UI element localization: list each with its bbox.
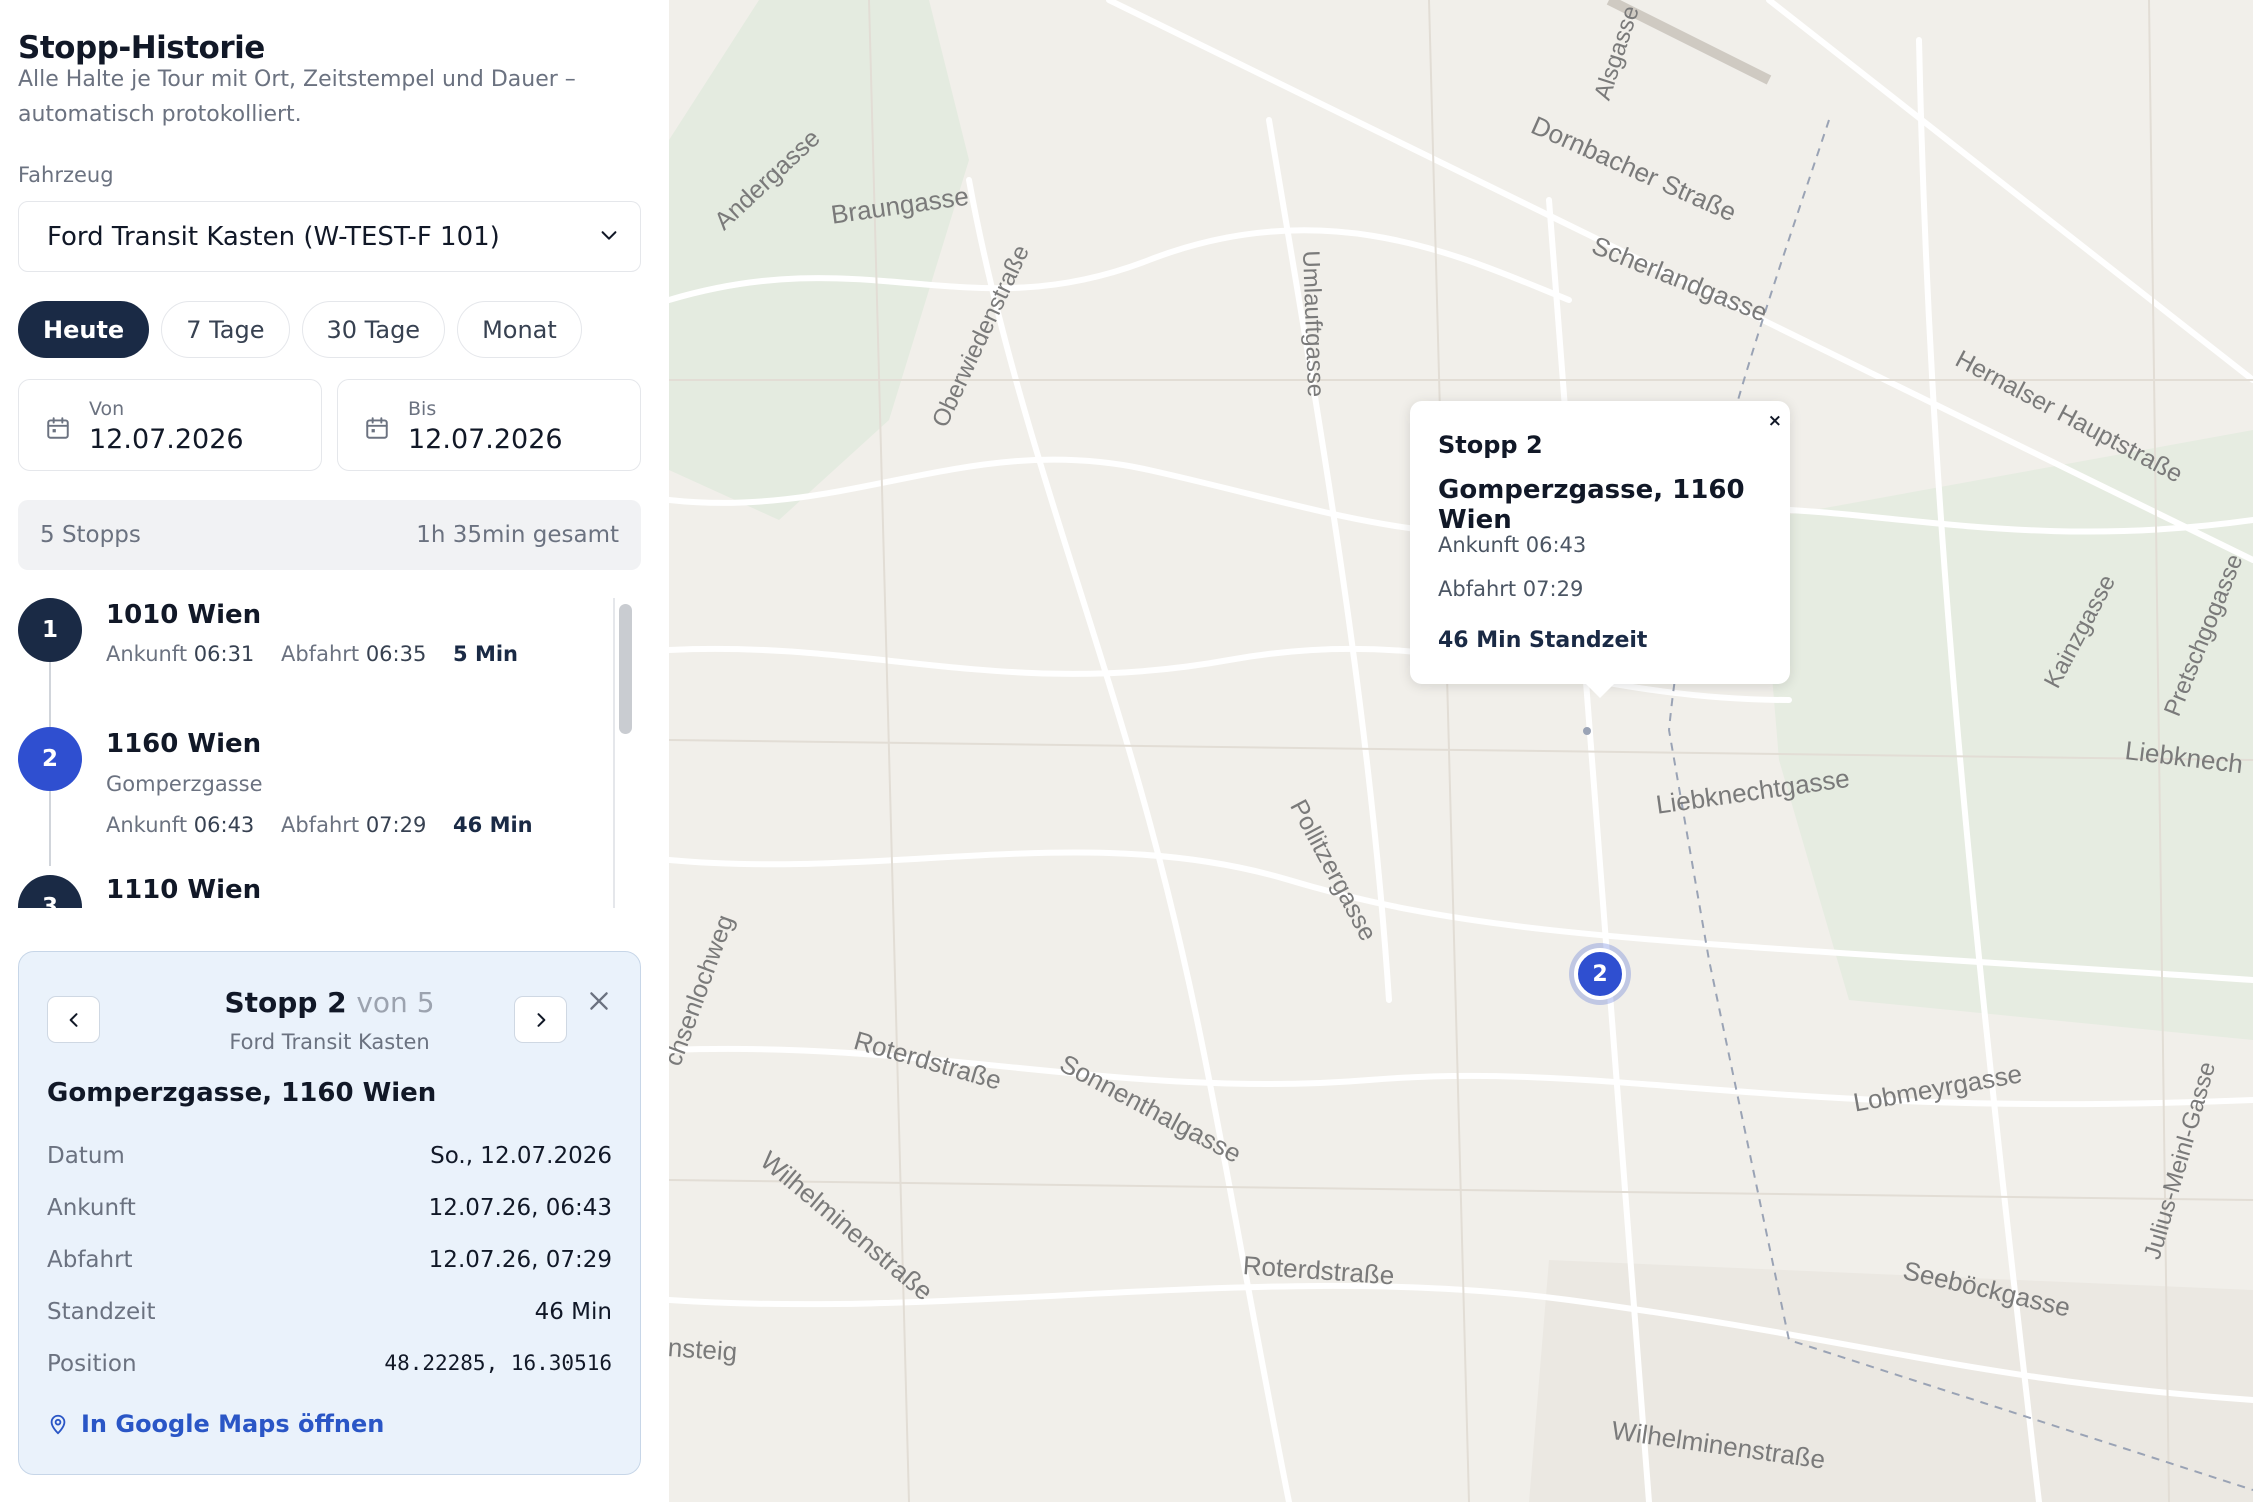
stop-name: 1110 Wien bbox=[106, 875, 262, 905]
detail-key: Abfahrt bbox=[47, 1247, 133, 1273]
departure-label: Abfahrt bbox=[280, 813, 360, 837]
stop-list-scroll-track bbox=[613, 598, 615, 908]
detail-value: 46 Min bbox=[534, 1299, 612, 1325]
detail-row-departure: Abfahrt 12.07.26, 07:29 bbox=[47, 1247, 612, 1273]
arrival-label: Ankunft bbox=[106, 813, 188, 837]
detail-vehicle: Ford Transit Kasten bbox=[229, 1030, 430, 1054]
stop-number-badge: 3 bbox=[18, 875, 82, 908]
detail-row-arrival: Ankunft 12.07.26, 06:43 bbox=[47, 1195, 612, 1221]
range-chip-7-days[interactable]: 7 Tage bbox=[161, 301, 290, 358]
detail-stop-label: Stopp 2 bbox=[224, 986, 347, 1019]
stop-duration: 46 Min bbox=[453, 813, 533, 837]
stop-number-badge: 2 bbox=[18, 727, 82, 791]
arrival-label: Ankunft bbox=[106, 642, 188, 666]
vehicle-select[interactable]: Ford Transit Kasten (W-TEST-F 101) bbox=[18, 201, 641, 272]
arrival-time: 06:31 bbox=[193, 642, 255, 666]
stop-marker-2[interactable]: 2 bbox=[1574, 948, 1626, 1000]
range-chip-30-days[interactable]: 30 Tage bbox=[301, 301, 446, 358]
date-from-value: 12.07.2026 bbox=[89, 424, 244, 455]
stops-count: 5 Stopps bbox=[40, 522, 141, 548]
google-maps-link-label: In Google Maps öffnen bbox=[81, 1410, 385, 1438]
detail-value: 12.07.26, 06:43 bbox=[428, 1195, 612, 1221]
google-maps-link[interactable]: In Google Maps öffnen bbox=[47, 1410, 384, 1438]
stop-list[interactable]: 1 1010 Wien Ankunft 06:31 Abfahrt 06:35 … bbox=[0, 598, 640, 908]
stop-name: 1010 Wien bbox=[106, 600, 262, 630]
calendar-icon bbox=[366, 417, 388, 439]
close-icon[interactable] bbox=[586, 988, 612, 1014]
detail-key: Standzeit bbox=[47, 1299, 156, 1325]
stop-duration: 5 Min bbox=[453, 642, 518, 666]
detail-row-position: Position 48.22285, 16.30516 bbox=[47, 1351, 612, 1377]
popup-departure: Abfahrt 07:29 bbox=[1438, 577, 1584, 601]
date-from-label: Von bbox=[89, 398, 125, 420]
detail-address: Gomperzgasse, 1160 Wien bbox=[47, 1078, 437, 1108]
detail-key: Position bbox=[47, 1351, 137, 1377]
popup-duration: 46 Min Standzeit bbox=[1438, 628, 1648, 653]
detail-row-standzeit: Standzeit 46 Min bbox=[47, 1299, 612, 1325]
range-chips: Heute 7 Tage 30 Tage Monat bbox=[18, 301, 582, 358]
popup-close-icon[interactable]: × bbox=[1768, 411, 1782, 431]
vehicle-label: Fahrzeug bbox=[18, 163, 114, 187]
departure-time: 07:29 bbox=[365, 813, 427, 837]
popup-address: Gomperzgasse, 1160 Wien bbox=[1438, 475, 1745, 535]
detail-of-label: von 5 bbox=[356, 986, 435, 1019]
chevron-down-icon bbox=[601, 231, 617, 240]
detail-row-date: Datum So., 12.07.2026 bbox=[47, 1143, 612, 1169]
date-to-label: Bis bbox=[408, 398, 437, 420]
stop-number-badge: 1 bbox=[18, 598, 82, 662]
stop-list-scrollbar[interactable] bbox=[619, 604, 632, 734]
stop-street: Gomperzgasse bbox=[106, 772, 263, 796]
popup-arrival: Ankunft 06:43 bbox=[1438, 533, 1587, 557]
sidebar: Stopp-Historie Alle Halte je Tour mit Or… bbox=[0, 0, 669, 1502]
vehicle-select-value: Ford Transit Kasten (W-TEST-F 101) bbox=[47, 221, 500, 252]
stop-times: Ankunft 06:43 Abfahrt 07:29 46 Min bbox=[106, 813, 533, 837]
calendar-icon bbox=[47, 417, 69, 439]
street-label: Umlauftgasse bbox=[1297, 250, 1330, 398]
stops-total-duration: 1h 35min gesamt bbox=[416, 522, 619, 548]
map-popup: × Stopp 2 Gomperzgasse, 1160 Wien Ankunf… bbox=[1410, 401, 1790, 698]
departure-time: 06:35 bbox=[365, 642, 427, 666]
stop-detail-card: Stopp 2 von 5 Ford Transit Kasten Gomper… bbox=[18, 951, 641, 1475]
detail-value: 48.22285, 16.30516 bbox=[384, 1351, 612, 1375]
timeline-connector bbox=[49, 791, 51, 866]
date-to-value: 12.07.2026 bbox=[408, 424, 563, 455]
departure-label: Abfahrt bbox=[280, 642, 360, 666]
stops-summary: 5 Stopps 1h 35min gesamt bbox=[18, 500, 641, 570]
popup-tip bbox=[1585, 683, 1615, 698]
date-from-field[interactable]: Von 12.07.2026 bbox=[18, 379, 322, 471]
stop-name: 1160 Wien bbox=[106, 729, 262, 759]
range-chip-month[interactable]: Monat bbox=[457, 301, 582, 358]
detail-key: Datum bbox=[47, 1143, 125, 1169]
detail-value: So., 12.07.2026 bbox=[430, 1143, 612, 1169]
popup-title: Stopp 2 bbox=[1438, 431, 1543, 459]
timeline-connector bbox=[49, 662, 51, 727]
page-title: Stopp-Historie bbox=[18, 30, 265, 66]
map-view[interactable]: Andergasse Braungasse Oberwiedenstraße U… bbox=[669, 0, 2253, 1502]
page-subtitle: Alle Halte je Tour mit Ort, Zeitstempel … bbox=[18, 67, 576, 127]
detail-value: 12.07.26, 07:29 bbox=[428, 1247, 612, 1273]
street-label: nsteig bbox=[669, 1332, 739, 1367]
range-chip-today[interactable]: Heute bbox=[18, 301, 150, 358]
detail-key: Ankunft bbox=[47, 1195, 136, 1221]
detail-title: Stopp 2 von 5 bbox=[19, 986, 640, 1019]
arrival-time: 06:43 bbox=[193, 813, 255, 837]
map-pin-icon bbox=[50, 1414, 66, 1435]
date-to-field[interactable]: Bis 12.07.2026 bbox=[337, 379, 641, 471]
stop-times: Ankunft 06:31 Abfahrt 06:35 5 Min bbox=[106, 642, 518, 666]
